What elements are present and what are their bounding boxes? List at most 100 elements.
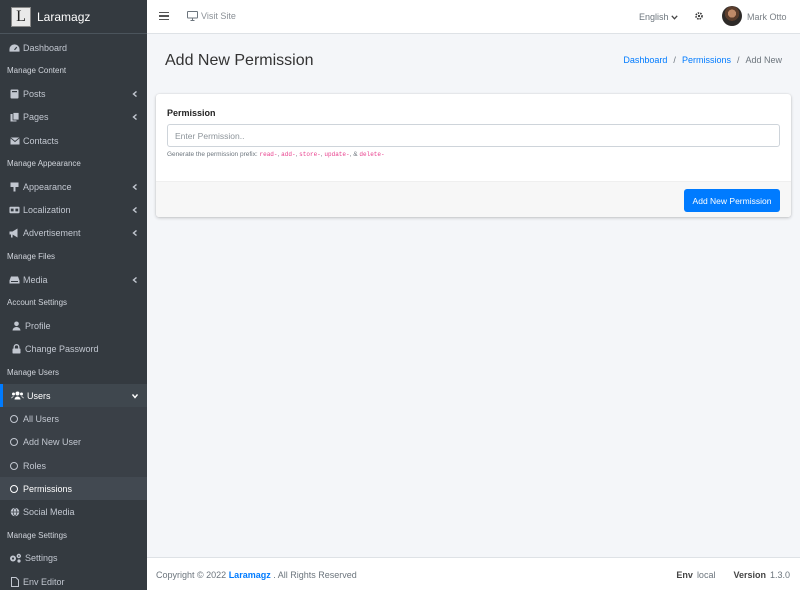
lock-icon (11, 344, 22, 355)
circle-icon (10, 484, 18, 493)
nav-header-settings: Manage Settings (7, 530, 68, 540)
sidebar-item-social-media[interactable]: Social Media (0, 500, 147, 523)
env-label: Env (676, 570, 693, 580)
sidebar-item-pages[interactable]: Pages (0, 106, 147, 129)
help-prefix: Generate the permission prefix: (167, 151, 260, 158)
circle-icon (10, 414, 18, 423)
chevron-left-icon (132, 114, 137, 121)
env-info: Env local Version 1.3.0 (676, 570, 790, 580)
sidebar-item-label: Profile (25, 321, 51, 332)
sidebar-item-label: Localization (23, 205, 71, 216)
sidebar-item-label: Appearance (23, 181, 72, 192)
breadcrumb-separator: / (673, 55, 676, 65)
sidebar-item-label: Social Media (23, 507, 75, 518)
cogs-icon (9, 553, 22, 564)
brand-name: Laramagz (37, 9, 91, 24)
chevron-left-icon (132, 207, 137, 214)
user-name[interactable]: Mark Otto (747, 12, 787, 22)
circle-icon (10, 461, 18, 470)
language-dropdown[interactable]: English (639, 12, 678, 22)
permission-input[interactable] (167, 124, 780, 147)
language-icon (9, 205, 20, 216)
code-read: read- (259, 151, 278, 158)
top-navbar: Visit Site English Mark Otto (147, 0, 800, 34)
code-add: add- (281, 151, 296, 158)
env-value: local (696, 570, 716, 580)
chevron-left-icon (132, 230, 137, 237)
permission-label: Permission (167, 108, 216, 118)
sidebar-item-label: Env Editor (23, 576, 65, 587)
sidebar-item-advertisement[interactable]: Advertisement (0, 222, 147, 245)
user-avatar[interactable] (722, 6, 742, 26)
sidebar-item-label: Posts (23, 88, 46, 99)
sidebar-item-label: Advertisement (23, 228, 81, 239)
breadcrumb-dashboard[interactable]: Dashboard (623, 55, 667, 65)
sidebar-item-media[interactable]: Media (0, 268, 147, 291)
footer-brand-link[interactable]: Laramagz (229, 570, 271, 580)
users-submenu: All Users Add New User Roles Permissions (0, 407, 147, 501)
chevron-left-icon (132, 183, 137, 190)
sidebar-item-add-new-user[interactable]: Add New User (0, 431, 147, 454)
chevron-left-icon (132, 276, 137, 283)
copyright: Copyright © 2022 Laramagz . All Rights R… (156, 570, 357, 580)
file-icon (9, 576, 20, 587)
code-update: update- (324, 151, 350, 158)
sidebar-item-localization[interactable]: Localization (0, 198, 147, 221)
breadcrumb-permissions[interactable]: Permissions (682, 55, 731, 65)
sidebar-item-env-editor[interactable]: Env Editor (0, 570, 147, 590)
nav-header-account: Account Settings (7, 298, 68, 308)
bullhorn-icon (9, 228, 20, 239)
sidebar-item-label: All Users (23, 413, 60, 424)
sidebar-item-label: Media (23, 274, 48, 285)
sidebar-item-users[interactable]: Users (0, 383, 147, 408)
user-icon (11, 321, 22, 332)
sidebar-item-label: Permissions (23, 483, 73, 494)
breadcrumb: Dashboard / Permissions / Add New (623, 55, 782, 65)
sidebar-item-appearance[interactable]: Appearance (0, 175, 147, 198)
sidebar-item-roles[interactable]: Roles (0, 454, 147, 477)
sidebar-item-permissions[interactable]: Permissions (0, 477, 147, 501)
sidebar-item-dashboard[interactable]: Dashboard (0, 36, 147, 59)
sidebar-item-label: Add New User (23, 437, 82, 448)
menu-toggle-icon[interactable] (159, 12, 169, 21)
chevron-down-icon (670, 14, 678, 20)
visit-site-label: Visit Site (201, 11, 236, 21)
copy-icon (9, 112, 20, 123)
hdd-icon (9, 274, 20, 285)
nav-header-appearance: Manage Appearance (7, 159, 81, 169)
sidebar-item-label: Users (27, 390, 51, 401)
add-new-permission-button[interactable]: Add New Permission (684, 189, 780, 212)
book-icon (9, 88, 20, 99)
card-footer: Add New Permission (156, 181, 791, 217)
sidebar-nav: Dashboard Manage Content Posts Pages Con… (0, 34, 147, 590)
envelope-icon (9, 135, 20, 146)
sidebar-item-posts[interactable]: Posts (0, 82, 147, 105)
breadcrumb-separator: / (736, 55, 740, 65)
sidebar-item-all-users[interactable]: All Users (0, 407, 147, 430)
sidebar-item-profile[interactable]: Profile (0, 314, 147, 337)
circle-icon (10, 438, 18, 447)
users-icon (11, 390, 24, 401)
version-label: Version (733, 570, 766, 580)
tachometer-icon (9, 42, 20, 53)
permission-form-card: Permission Generate the permission prefi… (156, 94, 791, 217)
nav-header-users: Manage Users (7, 367, 60, 377)
sidebar-item-contacts[interactable]: Contacts (0, 129, 147, 152)
sidebar-item-settings[interactable]: Settings (0, 547, 147, 570)
brand-link[interactable]: L Laramagz (0, 0, 147, 34)
permission-help-text: Generate the permission prefix: read-, a… (167, 151, 385, 158)
sidebar-item-label: Dashboard (23, 42, 68, 53)
chevron-left-icon (132, 90, 137, 97)
globe-icon (9, 507, 20, 518)
brand-logo: L (11, 6, 31, 27)
visit-site-link[interactable]: Visit Site (187, 11, 236, 21)
version-value: 1.3.0 (769, 570, 790, 580)
code-store: store- (299, 151, 321, 158)
nav-header-files: Manage Files (7, 252, 56, 262)
desktop-icon (187, 11, 198, 21)
sidebar-item-change-password[interactable]: Change Password (0, 338, 147, 361)
sidebar-item-label: Change Password (25, 344, 99, 355)
language-label: English (639, 12, 669, 22)
theme-settings-icon[interactable] (694, 11, 704, 21)
code-delete: delete- (359, 151, 385, 158)
